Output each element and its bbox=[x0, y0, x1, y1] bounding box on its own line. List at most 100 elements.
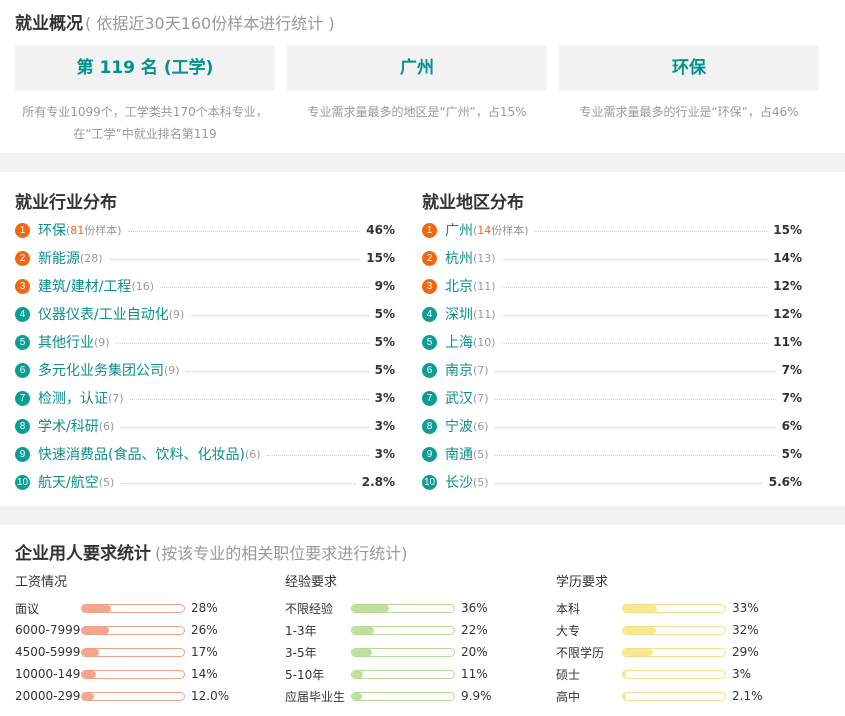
progress-bar-fill bbox=[82, 692, 95, 700]
industry-sample-count: (9) bbox=[94, 335, 110, 349]
requirement-row: 4500-5999 17% bbox=[15, 641, 275, 663]
requirement-percent: 28% bbox=[191, 601, 218, 615]
overview-title: 就业概况( 依据近30天160份样本进行统计 ) bbox=[15, 9, 335, 34]
industry-name-link[interactable]: 快速消费品(食品、饮料、化妆品) bbox=[38, 444, 245, 464]
progress-bar-fill bbox=[352, 648, 373, 656]
rank-number-badge: 5 bbox=[15, 334, 30, 350]
rank-number-badge: 7 bbox=[422, 390, 437, 406]
requirement-row: 不限学历 29% bbox=[556, 641, 816, 663]
dotted-leader bbox=[115, 342, 369, 344]
progress-bar-fill bbox=[352, 670, 364, 678]
progress-bar-fill bbox=[352, 604, 389, 612]
rank-card-note: 所有专业1099个，工学类共170个本科专业，在“工学”中就业排名第119 bbox=[22, 105, 268, 141]
region-name-link[interactable]: 上海 bbox=[445, 332, 473, 352]
industry-percent: 3% bbox=[374, 391, 395, 405]
requirement-label: 应届毕业生 bbox=[285, 689, 346, 704]
industry-sample-count: (7) bbox=[108, 391, 124, 405]
industry-name-link[interactable]: 学术/科研 bbox=[38, 416, 99, 436]
region-percent: 5.6% bbox=[768, 475, 802, 489]
progress-bar bbox=[81, 647, 185, 657]
region-row: 3 北京 (11) 12% bbox=[422, 272, 802, 300]
region-name-link[interactable]: 南通 bbox=[445, 444, 473, 464]
section-divider bbox=[0, 506, 845, 525]
region-row: 6 南京 (7) 7% bbox=[422, 356, 802, 384]
section-divider bbox=[0, 153, 845, 172]
region-name-link[interactable]: 长沙 bbox=[445, 472, 473, 492]
requirement-percent: 3% bbox=[732, 667, 752, 681]
region-percent: 11% bbox=[773, 335, 802, 349]
progress-bar-fill bbox=[352, 626, 375, 634]
requirement-row: 20000-29999 12.0% bbox=[15, 685, 275, 707]
region-sample-count: (7) bbox=[473, 391, 489, 405]
requirements-title: 企业用人要求统计 (按该专业的相关职位要求进行统计) bbox=[15, 539, 408, 564]
industry-name-link[interactable]: 检测，认证 bbox=[38, 388, 108, 408]
industry-row: 5 其他行业 (9) 5% bbox=[15, 328, 395, 356]
industry-name-link[interactable]: 仪器仪表/工业自动化 bbox=[38, 304, 169, 324]
overview-section: 就业概况( 依据近30天160份样本进行统计 ) 第 119 名 (工学) 所有… bbox=[0, 0, 845, 153]
region-row: 1 广州 (14份样本) 15% bbox=[422, 216, 802, 244]
requirement-label: 1-3年 bbox=[285, 623, 317, 638]
requirement-percent: 12.0% bbox=[191, 689, 230, 703]
rank-number-badge: 2 bbox=[422, 250, 437, 266]
requirement-column-title: 经验要求 bbox=[285, 575, 338, 590]
region-name-link[interactable]: 南京 bbox=[445, 360, 473, 380]
industry-name-link[interactable]: 新能源 bbox=[38, 248, 80, 268]
dotted-leader bbox=[266, 454, 369, 456]
region-name-link[interactable]: 武汉 bbox=[445, 388, 473, 408]
rank-number-badge: 4 bbox=[422, 306, 437, 322]
industry-name-link[interactable]: 多元化业务集团公司 bbox=[38, 360, 164, 380]
industry-name-link[interactable]: 建筑/建材/工程 bbox=[38, 276, 131, 296]
region-row: 2 杭州 (13) 14% bbox=[422, 244, 802, 272]
region-name-link[interactable]: 北京 bbox=[445, 276, 473, 296]
rank-number-badge: 4 bbox=[15, 306, 30, 322]
industry-sample-count: (5) bbox=[98, 475, 115, 489]
region-name-link[interactable]: 深圳 bbox=[445, 304, 473, 324]
requirement-percent: 29% bbox=[732, 645, 759, 659]
progress-bar bbox=[622, 603, 726, 613]
requirement-row: 5-10年 11% bbox=[285, 663, 545, 685]
industry-percent: 2.8% bbox=[361, 475, 395, 489]
region-name-link[interactable]: 宁波 bbox=[445, 416, 473, 436]
dotted-leader bbox=[501, 342, 768, 344]
requirement-label: 高中 bbox=[556, 689, 581, 704]
industry-percent: 5% bbox=[374, 307, 395, 321]
region-percent: 7% bbox=[781, 363, 802, 377]
dotted-leader bbox=[120, 482, 356, 484]
requirement-row: 3-5年 20% bbox=[285, 641, 545, 663]
industry-name-link[interactable]: 环保 bbox=[38, 220, 66, 240]
education-column: 学历要求 本科 33% 大专 32% 不限学历 29% 硕士 3% 高中 2.1% bbox=[556, 573, 816, 707]
industry-name-link[interactable]: 其他行业 bbox=[38, 332, 94, 352]
rank-number-badge: 9 bbox=[15, 446, 30, 462]
industry-percent: 5% bbox=[374, 363, 395, 377]
region-sample-count: (14份样本) bbox=[473, 224, 529, 237]
industry-row: 3 建筑/建材/工程 (16) 9% bbox=[15, 272, 395, 300]
rank-number-badge: 7 bbox=[15, 390, 30, 406]
requirement-row: 6000-7999 26% bbox=[15, 619, 275, 641]
region-name-link[interactable]: 广州 bbox=[445, 220, 473, 240]
rank-number-badge: 3 bbox=[422, 278, 437, 294]
industry-sample-count: (9) bbox=[164, 363, 180, 377]
region-title: 就业地区分布 bbox=[422, 193, 524, 213]
industry-list: 1 环保 (81份样本) 46% 2 新能源 (28) 15% 3 建筑/建材/工程 (16) 9% 4… bbox=[15, 216, 395, 496]
rank-number-badge: 6 bbox=[15, 362, 30, 378]
region-card: 广州 bbox=[287, 45, 547, 91]
industry-percent: 9% bbox=[374, 279, 395, 293]
dotted-leader bbox=[494, 370, 776, 372]
progress-bar bbox=[81, 625, 185, 635]
region-list: 1 广州 (14份样本) 15% 2 杭州 (13) 14% 3 北京 (11) 12% 4 深圳 (11)… bbox=[422, 216, 802, 496]
salary-column: 工资情况 面议 28% 6000-7999 26% 4500-5999 17% 10000-1… bbox=[15, 573, 275, 707]
requirement-row: 面议 28% bbox=[15, 597, 275, 619]
region-sample-count-value: 14 bbox=[477, 224, 492, 237]
industry-percent: 15% bbox=[366, 251, 395, 265]
industry-row: 9 快速消费品(食品、饮料、化妆品) (6) 3% bbox=[15, 440, 395, 468]
rank-card: 第 119 名 (工学) bbox=[15, 45, 275, 91]
requirement-row: 硕士 3% bbox=[556, 663, 816, 685]
industry-percent: 46% bbox=[366, 223, 395, 237]
dotted-leader bbox=[494, 398, 776, 400]
dotted-leader bbox=[494, 482, 763, 484]
region-row: 4 深圳 (11) 12% bbox=[422, 300, 802, 328]
requirement-row: 应届毕业生 9.9% bbox=[285, 685, 545, 707]
industry-name-link[interactable]: 航天/航空 bbox=[38, 472, 99, 492]
region-name-link[interactable]: 杭州 bbox=[445, 248, 473, 268]
progress-bar-fill bbox=[623, 692, 627, 700]
